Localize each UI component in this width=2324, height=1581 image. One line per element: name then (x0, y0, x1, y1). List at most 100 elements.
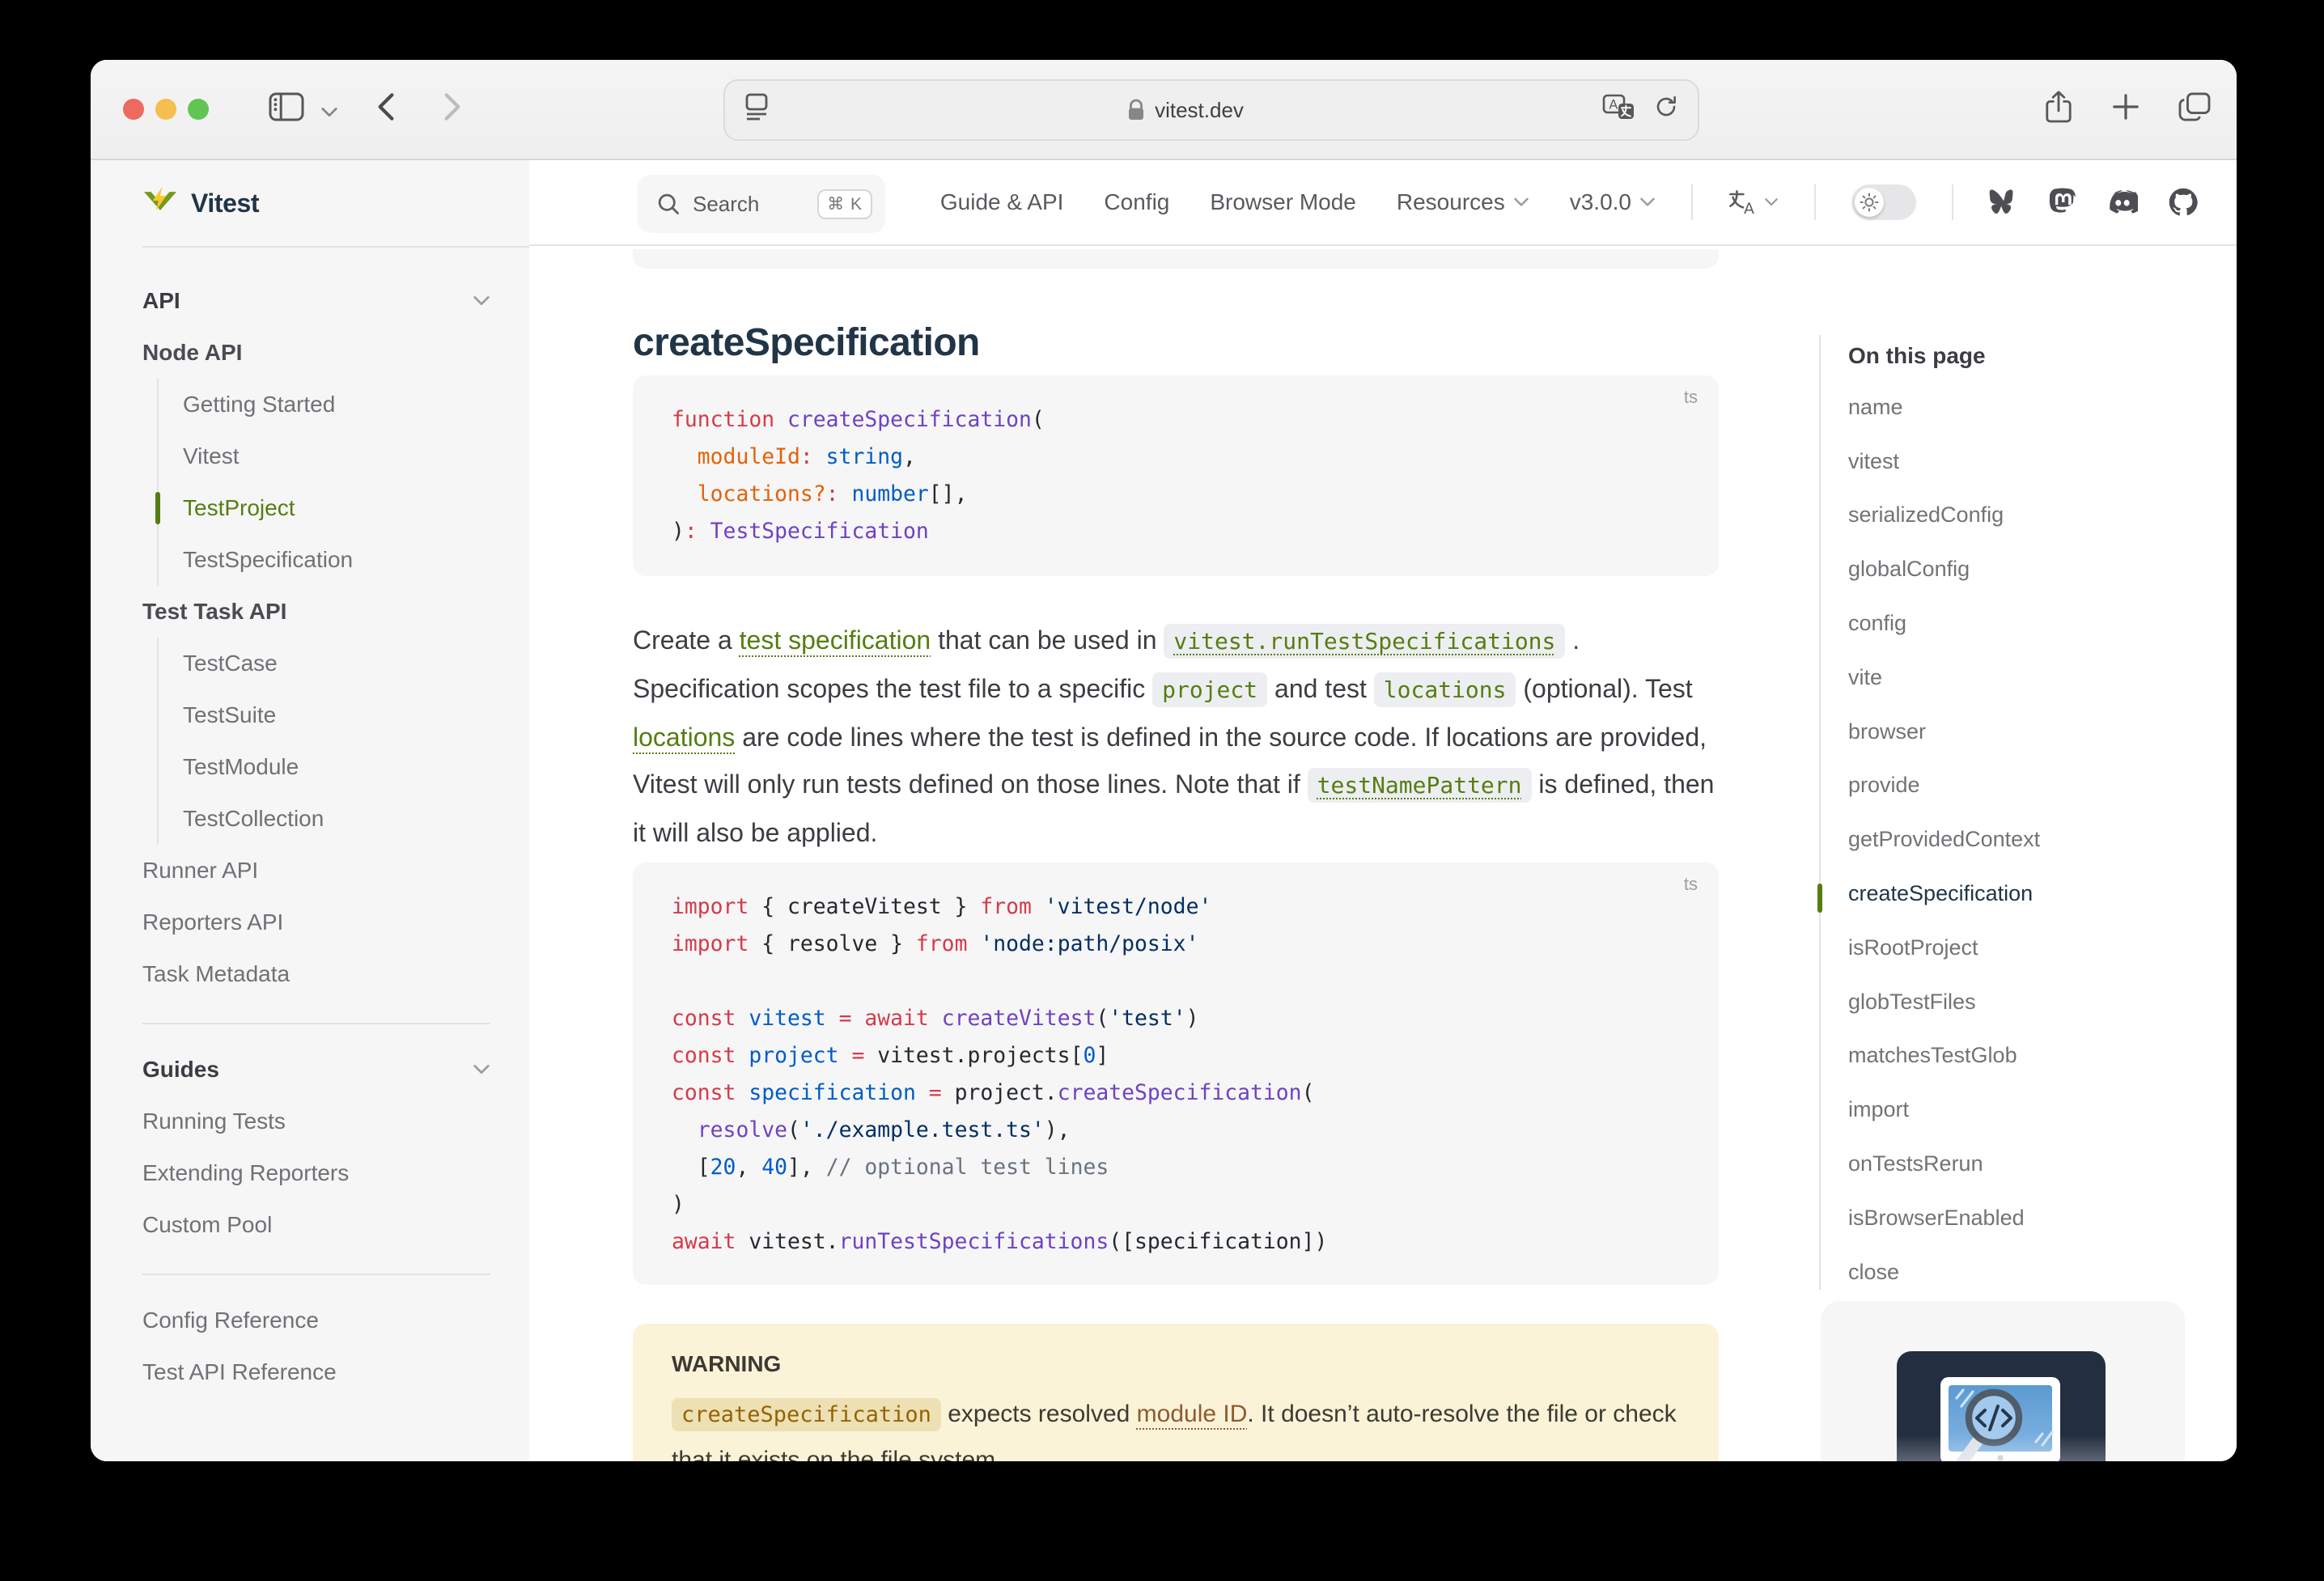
share-icon[interactable] (2044, 90, 2073, 130)
sidebar-section-guides[interactable]: Guides (142, 1044, 490, 1096)
toc-item-vite[interactable]: vite (1848, 651, 2172, 705)
translate-page-icon[interactable]: A (1602, 94, 1635, 126)
toc-item-getprovidedcontext[interactable]: getProvidedContext (1848, 812, 2172, 867)
sidebar-item-group: TestCaseTestSuiteTestModuleTestCollectio… (157, 638, 490, 845)
search-label: Search (693, 192, 759, 217)
mastodon-icon[interactable] (2049, 188, 2076, 217)
toc-item-vitest[interactable]: vitest (1848, 434, 2172, 489)
toc-item-createspecification[interactable]: createSpecification (1848, 867, 2172, 921)
nav-dropdown-resources[interactable]: Resources (1397, 189, 1529, 215)
sidebar-toggle-icon[interactable] (269, 92, 304, 128)
toc-item-globtestfiles[interactable]: globTestFiles (1848, 975, 2172, 1029)
nav-link-guide-api[interactable]: Guide & API (940, 189, 1064, 215)
link-module-id[interactable]: module ID (1137, 1401, 1248, 1427)
toc-item-serializedconfig[interactable]: serializedConfig (1848, 489, 2172, 543)
toc-item-name[interactable]: name (1848, 380, 2172, 434)
close-window-button[interactable] (123, 99, 144, 120)
search-shortcut-badge: ⌘ K (817, 189, 872, 219)
tab-overview-icon[interactable] (2178, 92, 2211, 128)
sidebar-item-extending-reporters[interactable]: Extending Reporters (142, 1147, 490, 1199)
toc-item-isrootproject[interactable]: isRootProject (1848, 921, 2172, 975)
sidebar-item-testcase[interactable]: TestCase (183, 638, 490, 689)
discord-icon[interactable] (2107, 190, 2138, 214)
toc-item-config[interactable]: config (1848, 596, 2172, 651)
code-language-badge: ts (1684, 387, 1698, 408)
nav-link-browser-mode[interactable]: Browser Mode (1210, 189, 1356, 215)
sidebar-divider (142, 1023, 490, 1024)
chrome-left-icons (269, 60, 461, 160)
toc-item-close[interactable]: close (1848, 1245, 2172, 1299)
previous-code-block-edge (633, 249, 1719, 269)
sidebar-item-testproject[interactable]: TestProject (183, 482, 490, 534)
warning-callout: WARNING createSpecification expects reso… (633, 1324, 1719, 1461)
chevron-down-icon (1639, 197, 1656, 208)
bluesky-icon[interactable] (1989, 189, 2018, 215)
toc-item-browser[interactable]: browser (1848, 705, 2172, 759)
nav-link-config[interactable]: Config (1104, 189, 1169, 215)
text: Create a (633, 625, 740, 655)
description-paragraph: Create a test specification that can be … (633, 617, 1724, 856)
minimize-window-button[interactable] (155, 99, 176, 120)
sidebar-item-test-task-api[interactable]: Test Task API (142, 586, 490, 638)
navbar-separator (1952, 184, 1953, 220)
browser-chrome: vitest.dev A (91, 60, 2237, 160)
sidebar-item-getting-started[interactable]: Getting Started (183, 379, 490, 430)
link-testnamepattern[interactable]: testNamePattern (1308, 768, 1532, 803)
back-button[interactable] (377, 91, 395, 129)
new-tab-icon[interactable] (2112, 93, 2140, 127)
github-icon[interactable] (2169, 188, 2198, 217)
warning-title: WARNING (672, 1351, 1680, 1377)
social-links (1989, 188, 2198, 217)
link-vitest-runtestspecifications[interactable]: vitest.runTestSpecifications (1164, 624, 1565, 659)
code-block-example[interactable]: ts import { createVitest } from 'vitest/… (633, 863, 1719, 1285)
site-logo[interactable]: Vitest (91, 160, 529, 246)
zoom-window-button[interactable] (188, 99, 209, 120)
on-this-page: On this page namevitestserializedConfigg… (1848, 332, 2172, 1299)
inline-code: project (1152, 672, 1267, 707)
toc-item-ontestsrerun[interactable]: onTestsRerun (1848, 1137, 2172, 1191)
link-locations[interactable]: locations (633, 723, 735, 752)
sidebar-item-runner-api[interactable]: Runner API (142, 845, 490, 896)
screen: vitest.dev A (0, 0, 2324, 1581)
text: expects resolved (941, 1401, 1137, 1427)
sidebar-item-testspecification[interactable]: TestSpecification (183, 534, 490, 586)
text: and test (1267, 674, 1374, 703)
theme-toggle[interactable] (1851, 184, 1916, 220)
sponsor-card[interactable] (1821, 1301, 2185, 1461)
forward-button[interactable] (443, 91, 461, 129)
toc-item-isbrowserenabled[interactable]: isBrowserEnabled (1848, 1191, 2172, 1245)
language-switcher[interactable]: A (1728, 189, 1779, 215)
page-title: createSpecification (633, 320, 980, 365)
sidebar-item-config-reference[interactable]: Config Reference (142, 1295, 490, 1346)
sidebar-item-reporters-api[interactable]: Reporters API (142, 896, 490, 948)
toc-item-matchestestglob[interactable]: matchesTestGlob (1848, 1029, 2172, 1083)
link-test-specification[interactable]: test specification (740, 625, 931, 655)
toc-item-import[interactable]: import (1848, 1083, 2172, 1137)
sidebar-nav: APINode APIGetting StartedVitestTestProj… (91, 265, 529, 1461)
toc-item-globalconfig[interactable]: globalConfig (1848, 542, 2172, 596)
search-icon (657, 193, 680, 215)
address-bar[interactable]: vitest.dev A (723, 79, 1699, 141)
sponsor-image (1897, 1351, 2106, 1461)
search-button[interactable]: Search ⌘ K (638, 175, 885, 233)
nav-dropdown-version[interactable]: v3.0.0 (1570, 189, 1656, 215)
sidebar-item-test-api-reference[interactable]: Test API Reference (142, 1346, 490, 1398)
text: (optional). Test (1516, 674, 1692, 703)
sidebar-item-task-metadata[interactable]: Task Metadata (142, 948, 490, 1000)
sidebar-item-testmodule[interactable]: TestModule (183, 741, 490, 793)
sidebar-menu-chevron-icon[interactable] (320, 95, 338, 125)
window-controls (123, 99, 209, 120)
sidebar-item-node-api[interactable]: Node API (142, 327, 490, 379)
reload-icon[interactable] (1654, 94, 1678, 126)
sidebar-item-vitest[interactable]: Vitest (183, 430, 490, 482)
svg-text:A: A (1609, 96, 1618, 112)
sidebar-item-running-tests[interactable]: Running Tests (142, 1096, 490, 1147)
sidebar-item-testsuite[interactable]: TestSuite (183, 689, 490, 741)
toc-item-provide[interactable]: provide (1848, 759, 2172, 813)
code-block-signature[interactable]: ts function createSpecification( moduleI… (633, 375, 1719, 576)
sun-icon (1860, 193, 1879, 212)
sidebar-item-testcollection[interactable]: TestCollection (183, 793, 490, 845)
reader-view-icon[interactable] (744, 93, 769, 127)
sidebar-item-custom-pool[interactable]: Custom Pool (142, 1199, 490, 1251)
sidebar-section-api[interactable]: API (142, 275, 490, 327)
